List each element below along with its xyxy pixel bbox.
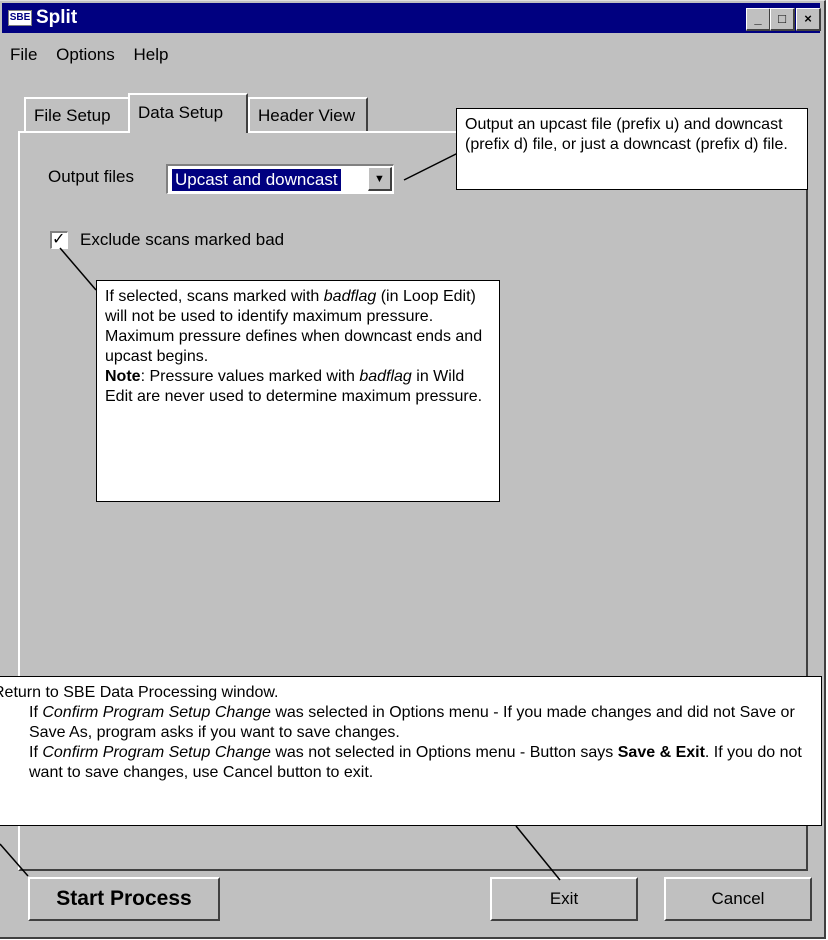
exit-callout: Return to SBE Data Processing window. If…	[0, 676, 822, 826]
exit-callout-line1: Return to SBE Data Processing window.	[0, 684, 279, 701]
exclude-scans-callout: If selected, scans marked with badflag (…	[96, 280, 500, 502]
start-leader	[0, 843, 29, 877]
exit-callout-bullet2: If Confirm Program Setup Change was not …	[29, 744, 802, 781]
exit-callout-bullet1: If Confirm Program Setup Change was sele…	[29, 704, 795, 741]
output-leader	[403, 152, 459, 181]
exclude-leader	[59, 247, 97, 291]
exit-leader	[515, 825, 561, 881]
tab-data-setup[interactable]: Data Setup	[128, 93, 248, 133]
output-files-callout: Output an upcast file (prefix u) and dow…	[456, 108, 808, 190]
